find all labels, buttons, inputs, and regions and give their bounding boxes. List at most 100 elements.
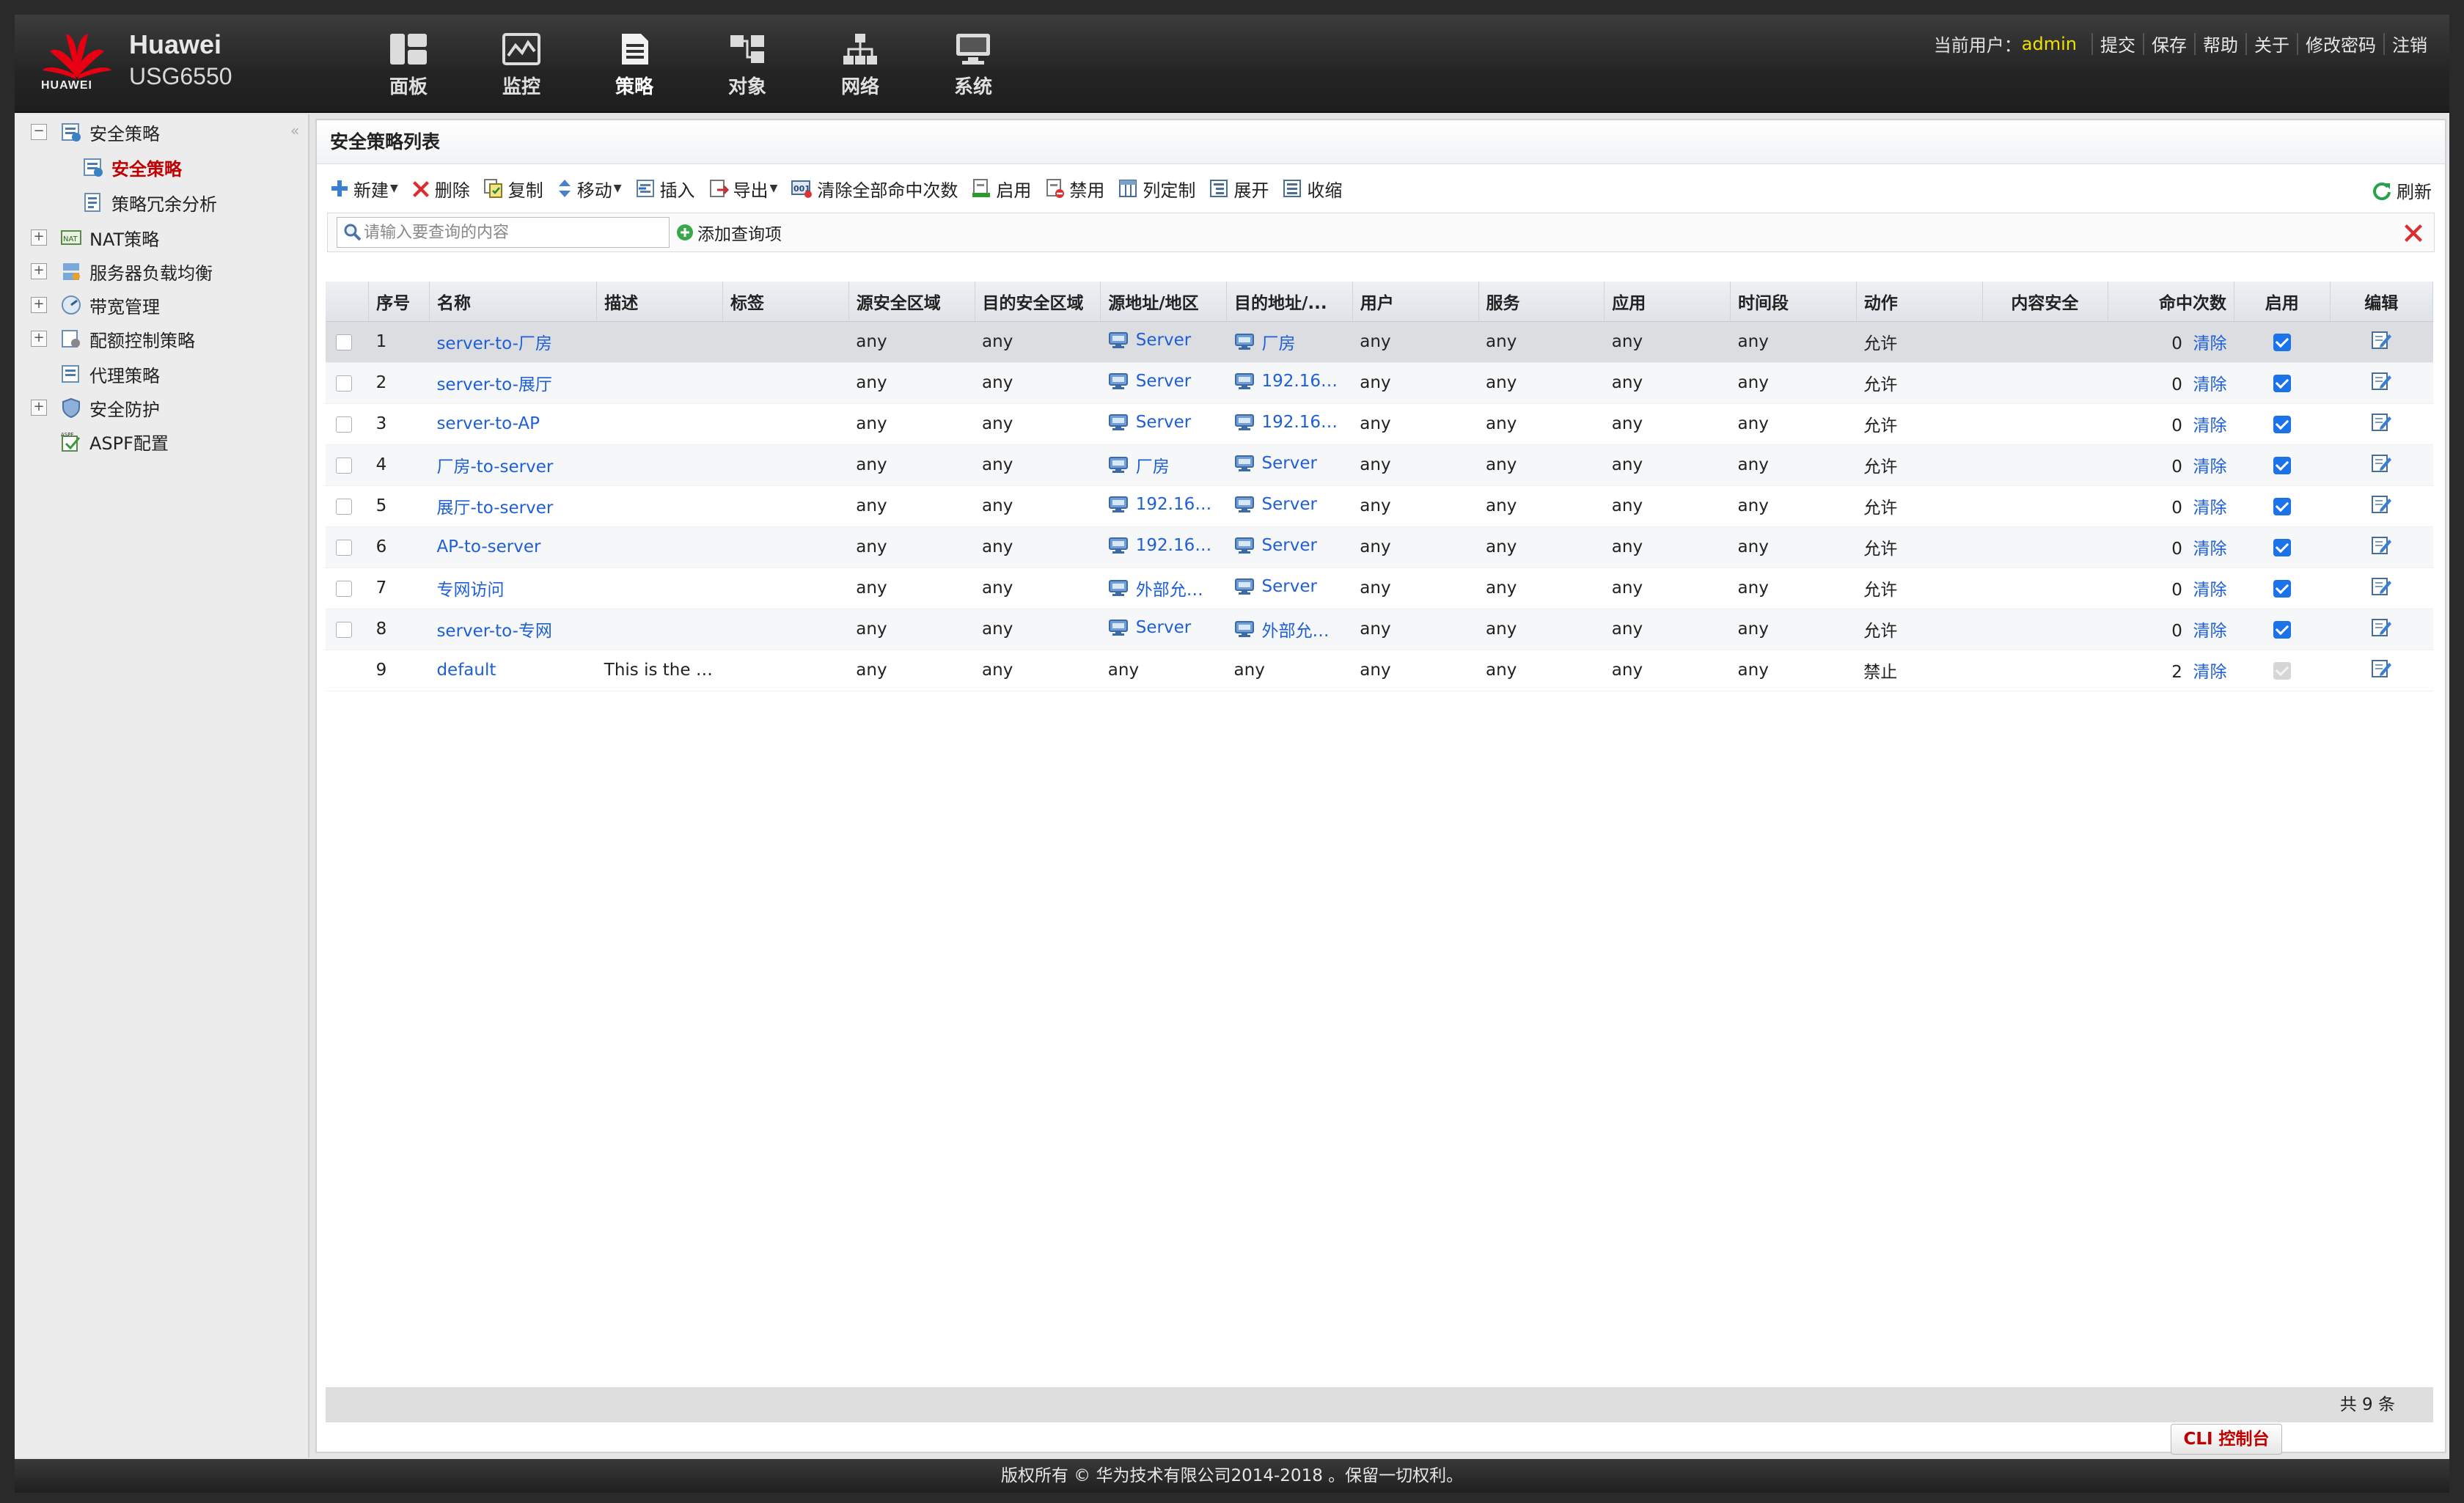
sidebar-item-nat-policy[interactable]: + NAT NAT策略 <box>31 221 159 254</box>
address-link[interactable]: Server <box>1108 618 1191 637</box>
clear-all-hits-button[interactable]: 001 清除全部命中次数 <box>791 176 958 202</box>
address-link[interactable]: Server <box>1234 536 1317 555</box>
address-link[interactable]: Server <box>1108 331 1191 350</box>
edit-cell[interactable] <box>2330 609 2433 650</box>
row-checkbox[interactable] <box>336 375 352 392</box>
column-header[interactable]: 序号 <box>368 282 430 322</box>
policy-name-link[interactable]: 专网访问 <box>436 581 504 600</box>
customize-columns-button[interactable]: 列定制 <box>1118 176 1195 202</box>
policy-name-link[interactable]: server-to-AP <box>436 414 540 433</box>
row-checkbox[interactable] <box>336 580 352 597</box>
sidebar-item-policy-redundancy[interactable]: 策略冗余分析 <box>82 186 217 218</box>
add-query-item-button[interactable]: 添加查询项 <box>675 220 782 245</box>
expand-toggle-icon[interactable]: + <box>31 229 47 246</box>
column-header[interactable]: 源安全区域 <box>848 282 975 322</box>
clear-hits-link[interactable]: 清除 <box>2193 663 2227 682</box>
new-button[interactable]: 新建 ▼ <box>330 176 398 202</box>
sidebar-item-security-protection[interactable]: + 安全防护 <box>31 392 160 424</box>
column-header[interactable]: 编辑 <box>2330 282 2433 322</box>
policy-name-link[interactable]: default <box>436 661 496 680</box>
disable-button[interactable]: 禁用 <box>1044 176 1104 202</box>
column-header[interactable]: 时间段 <box>1730 282 1857 322</box>
column-header[interactable]: 内容安全 <box>1982 282 2109 322</box>
row-checkbox[interactable] <box>336 539 352 556</box>
column-header[interactable]: 命中次数 <box>2108 282 2235 322</box>
clear-query-icon[interactable] <box>2403 222 2424 243</box>
column-header[interactable]: 动作 <box>1856 282 1983 322</box>
column-header[interactable]: 描述 <box>596 282 724 322</box>
edit-cell[interactable] <box>2330 321 2433 363</box>
edit-cell[interactable] <box>2330 485 2433 527</box>
refresh-button[interactable]: 刷新 <box>2372 177 2432 203</box>
sidebar-item-server-load-balancing[interactable]: + 服务器负载均衡 <box>31 255 213 287</box>
submit-link[interactable]: 提交 <box>2100 31 2135 56</box>
column-header[interactable]: 启用 <box>2234 282 2331 322</box>
sidebar-item-security-policy-group[interactable]: − 安全策略 <box>31 116 160 148</box>
clear-hits-link[interactable]: 清除 <box>2193 540 2227 559</box>
policy-name-link[interactable]: 展厅-to-server <box>436 499 553 518</box>
sidebar-item-proxy-policy[interactable]: 代理策略 <box>60 358 160 390</box>
enabled-checkbox[interactable] <box>2273 333 2291 351</box>
edit-cell[interactable] <box>2330 650 2433 691</box>
nav-dashboard[interactable]: 面板 <box>352 25 465 106</box>
address-link[interactable]: Server <box>1234 495 1317 514</box>
sidebar-item-bandwidth[interactable]: + 带宽管理 <box>31 289 160 321</box>
address-link[interactable]: 192.16… <box>1108 536 1211 555</box>
nav-policy[interactable]: 策略 <box>578 25 691 106</box>
table-row[interactable]: 8 server-to-专网 any any Server 外部允… any any any an… <box>326 609 2433 650</box>
enabled-checkbox[interactable] <box>2273 620 2291 639</box>
row-checkbox[interactable] <box>336 498 352 515</box>
address-link[interactable]: 外部允… <box>1234 617 1330 642</box>
address-link[interactable]: 192.16… <box>1234 413 1338 432</box>
table-row[interactable]: 2 server-to-展厅 any any Server 192.16… any any an… <box>326 362 2433 404</box>
edit-cell[interactable] <box>2330 567 2433 609</box>
help-link[interactable]: 帮助 <box>2203 31 2238 56</box>
policy-name-link[interactable]: 厂房-to-server <box>436 457 553 477</box>
sidebar-collapse-icon[interactable]: « <box>290 122 299 139</box>
insert-button[interactable]: 插入 <box>635 176 695 202</box>
table-row[interactable]: 5 展厅-to-server any any 192.16… Server any any an… <box>326 485 2433 527</box>
clear-hits-link[interactable]: 清除 <box>2193 457 2227 477</box>
address-link[interactable]: Server <box>1234 577 1317 596</box>
address-link[interactable]: 外部允… <box>1108 576 1203 600</box>
enabled-checkbox[interactable] <box>2273 538 2291 556</box>
expand-button[interactable]: 展开 <box>1209 176 1269 202</box>
collapse-button[interactable]: 收缩 <box>1282 176 1342 202</box>
column-header[interactable]: 名称 <box>429 282 598 322</box>
clear-hits-link[interactable]: 清除 <box>2193 416 2227 436</box>
enabled-checkbox[interactable] <box>2273 415 2291 433</box>
delete-button[interactable]: 删除 <box>411 176 470 202</box>
export-button[interactable]: 导出 ▼ <box>708 176 777 202</box>
clear-hits-link[interactable]: 清除 <box>2193 581 2227 600</box>
address-link[interactable]: Server <box>1108 372 1191 391</box>
nav-system[interactable]: 系统 <box>917 25 1030 106</box>
address-link[interactable]: Server <box>1108 413 1191 432</box>
policy-name-link[interactable]: server-to-厂房 <box>436 334 551 353</box>
collapse-toggle-icon[interactable]: − <box>31 124 47 140</box>
address-link[interactable]: 192.16… <box>1108 495 1211 514</box>
edit-cell[interactable] <box>2330 526 2433 568</box>
expand-toggle-icon[interactable]: + <box>31 263 47 279</box>
cli-console-button[interactable]: CLI 控制台 <box>2171 1424 2282 1455</box>
address-link[interactable]: 192.16… <box>1234 372 1338 391</box>
nav-object[interactable]: 对象 <box>691 25 804 106</box>
column-header[interactable]: 标签 <box>722 282 849 322</box>
row-checkbox[interactable] <box>336 334 352 350</box>
column-header[interactable]: 应用 <box>1604 282 1731 322</box>
copy-button[interactable]: 复制 <box>483 176 543 202</box>
policy-name-link[interactable]: AP-to-server <box>436 537 540 556</box>
address-link[interactable]: Server <box>1234 454 1317 473</box>
move-button[interactable]: 移动 ▼ <box>557 176 622 202</box>
table-row[interactable]: 1 server-to-厂房 any any Server 厂房 any any any any 允… <box>326 321 2433 363</box>
row-checkbox[interactable] <box>336 416 352 433</box>
sidebar-item-security-policy[interactable]: 安全策略 <box>82 151 182 183</box>
column-header[interactable]: 目的安全区域 <box>975 282 1101 322</box>
nav-monitor[interactable]: 监控 <box>465 25 578 106</box>
row-checkbox[interactable] <box>336 457 352 474</box>
clear-hits-link[interactable]: 清除 <box>2193 622 2227 641</box>
sidebar-item-quota-control[interactable]: + 配额控制策略 <box>31 323 195 355</box>
address-link[interactable]: 厂房 <box>1234 329 1296 354</box>
edit-cell[interactable] <box>2330 444 2433 486</box>
save-link[interactable]: 保存 <box>2152 31 2187 56</box>
table-row[interactable]: 6 AP-to-server any any 192.16… Server any any an… <box>326 526 2433 568</box>
